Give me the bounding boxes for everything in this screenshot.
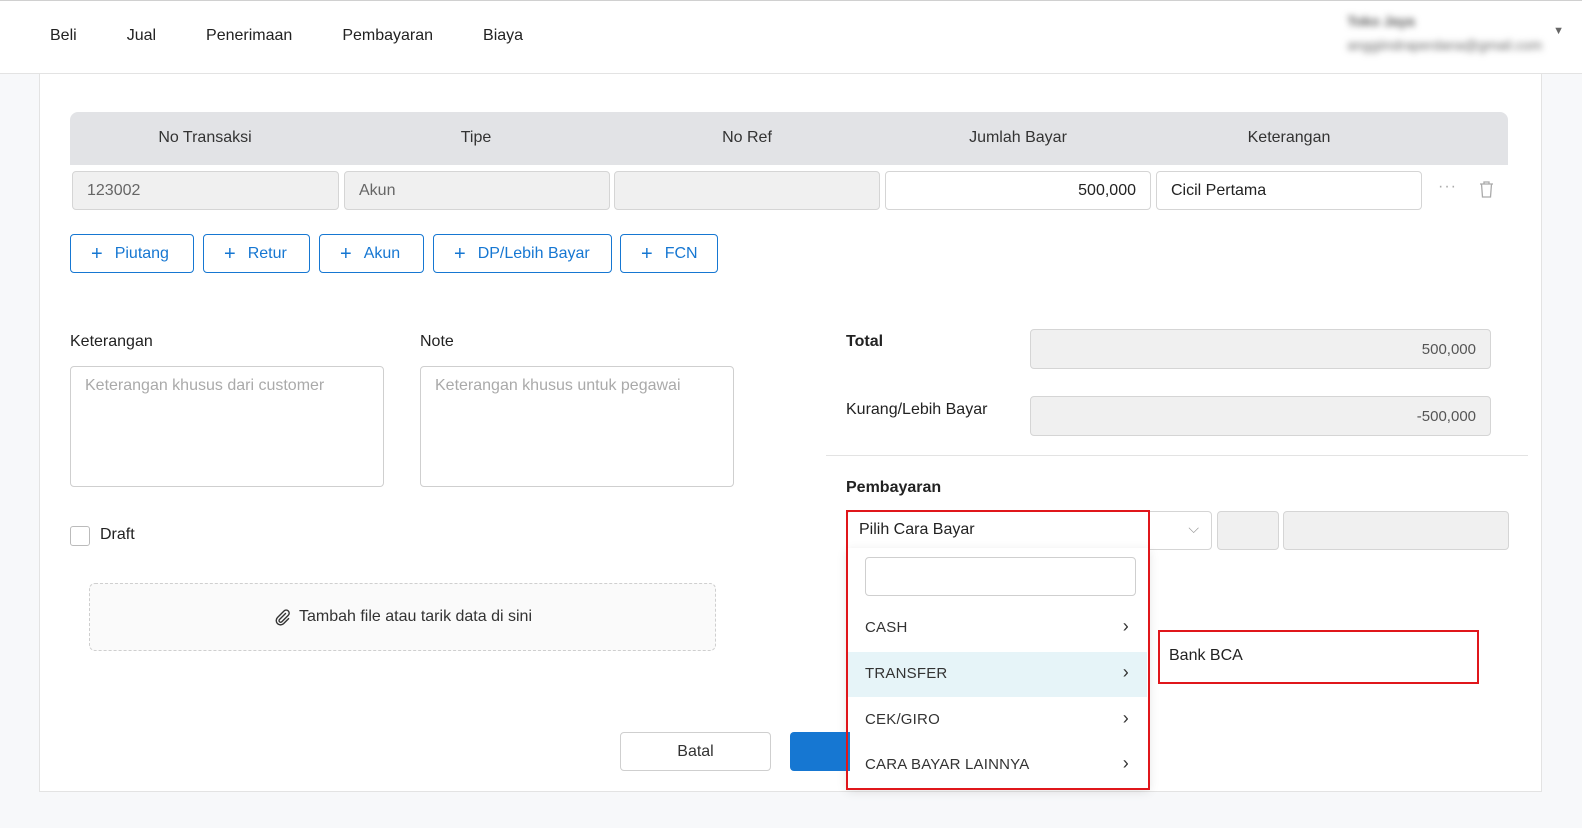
- no-transaksi-field[interactable]: 123002: [72, 171, 339, 210]
- no-ref-field[interactable]: [614, 171, 880, 210]
- chevron-right-icon: ›: [1122, 753, 1129, 773]
- draft-checkbox[interactable]: [70, 526, 90, 546]
- keterangan-textarea[interactable]: Keterangan khusus dari customer: [70, 366, 384, 487]
- column-header-tipe: Tipe: [460, 129, 492, 146]
- add-dp-lebih-bayar-label: DP/Lebih Bayar: [477, 244, 590, 262]
- trash-icon[interactable]: [1479, 181, 1494, 198]
- user-menu[interactable]: Toko Jaya anggiindraperdana@gmail.com ▼: [1347, 13, 1564, 53]
- option-cara-bayar-lainnya[interactable]: CARA BAYAR LAINNYA ›: [847, 743, 1147, 788]
- caret-down-icon[interactable]: ▼: [1553, 25, 1564, 37]
- plus-icon: +: [454, 242, 466, 265]
- add-piutang-button[interactable]: + Piutang: [70, 234, 194, 273]
- option-cek-giro-label: CEK/GIRO: [865, 711, 940, 728]
- cancel-button[interactable]: Batal: [620, 732, 771, 771]
- nav-item-penerimaan[interactable]: Penerimaan: [206, 27, 292, 45]
- table-header: No Transaksi Tipe No Ref Jumlah Bayar Ke…: [70, 112, 1508, 165]
- add-dp-lebih-bayar-button[interactable]: + DP/Lebih Bayar: [433, 234, 612, 273]
- save-button[interactable]: [790, 732, 850, 771]
- chevron-right-icon: ›: [1122, 616, 1129, 636]
- chevron-right-icon: ›: [1122, 662, 1129, 682]
- column-header-no-ref: No Ref: [722, 129, 772, 146]
- main-nav: Beli Jual Penerimaan Pembayaran Biaya: [50, 27, 573, 45]
- add-fcn-button[interactable]: + FCN: [620, 234, 718, 273]
- chevron-down-icon: ⌵: [1188, 520, 1199, 536]
- draft-label: Draft: [100, 526, 135, 543]
- keterangan-label: Keterangan: [70, 333, 153, 350]
- total-label: Total: [846, 333, 884, 350]
- option-cash-label: CASH: [865, 619, 908, 636]
- add-retur-label: Retur: [247, 244, 287, 262]
- nav-item-biaya[interactable]: Biaya: [483, 27, 523, 45]
- add-retur-button[interactable]: + Retur: [203, 234, 310, 273]
- pembayaran-label: Pembayaran: [846, 479, 942, 496]
- add-akun-button[interactable]: + Akun: [319, 234, 424, 273]
- nav-item-pembayaran[interactable]: Pembayaran: [342, 27, 433, 45]
- option-cash[interactable]: CASH ›: [847, 606, 1147, 651]
- plus-icon: +: [641, 242, 653, 265]
- plus-icon: +: [224, 242, 236, 265]
- option-cek-giro[interactable]: CEK/GIRO ›: [847, 698, 1147, 743]
- payment-reference-field[interactable]: [1283, 511, 1509, 550]
- plus-icon: +: [91, 242, 103, 265]
- kurang-lebih-bayar-label: Kurang/Lebih Bayar: [846, 401, 988, 418]
- user-name: Toko Jaya: [1347, 13, 1415, 29]
- jumlah-bayar-field[interactable]: 500,000: [885, 171, 1151, 210]
- option-cara-bayar-lainnya-label: CARA BAYAR LAINNYA: [865, 756, 1030, 773]
- note-textarea[interactable]: Keterangan khusus untuk pegawai: [420, 366, 734, 487]
- top-navbar: Beli Jual Penerimaan Pembayaran Biaya To…: [0, 0, 1582, 74]
- kurang-lebih-bayar-field: -500,000: [1030, 396, 1491, 436]
- file-dropzone[interactable]: Tambah file atau tarik data di sini: [89, 583, 716, 651]
- nav-item-jual[interactable]: Jual: [127, 27, 156, 45]
- keterangan-row-field[interactable]: Cicil Pertama: [1156, 171, 1422, 210]
- tipe-field[interactable]: Akun: [344, 171, 610, 210]
- add-fcn-label: FCN: [664, 244, 698, 262]
- more-options-icon[interactable]: ···: [1438, 178, 1457, 196]
- plus-icon: +: [340, 242, 352, 265]
- cara-bayar-dropdown: CASH › TRANSFER › CEK/GIRO › CARA BAYAR …: [847, 548, 1149, 788]
- column-header-keterangan: Keterangan: [1247, 129, 1331, 146]
- cara-bayar-select[interactable]: Pilih Cara Bayar ⌵: [846, 511, 1212, 550]
- submenu-bank-bca[interactable]: Bank BCA: [1159, 630, 1478, 684]
- add-akun-label: Akun: [363, 244, 401, 262]
- note-label: Note: [420, 333, 454, 350]
- add-piutang-label: Piutang: [114, 244, 169, 262]
- dropzone-text: Tambah file atau tarik data di sini: [298, 608, 532, 625]
- nav-item-beli[interactable]: Beli: [50, 27, 77, 45]
- divider: [826, 455, 1528, 456]
- payment-amount-field[interactable]: [1217, 511, 1279, 550]
- dropdown-search-input[interactable]: [865, 557, 1136, 596]
- option-transfer-label: TRANSFER: [865, 665, 948, 682]
- paperclip-icon: [275, 609, 290, 626]
- column-header-jumlah-bayar: Jumlah Bayar: [969, 129, 1067, 146]
- user-email: anggiindraperdana@gmail.com: [1347, 37, 1542, 53]
- column-header-no-transaksi: No Transaksi: [158, 129, 252, 146]
- chevron-right-icon: ›: [1122, 708, 1129, 728]
- cara-bayar-placeholder: Pilih Cara Bayar: [859, 521, 975, 538]
- option-transfer[interactable]: TRANSFER ›: [847, 652, 1147, 697]
- total-field: 500,000: [1030, 329, 1491, 369]
